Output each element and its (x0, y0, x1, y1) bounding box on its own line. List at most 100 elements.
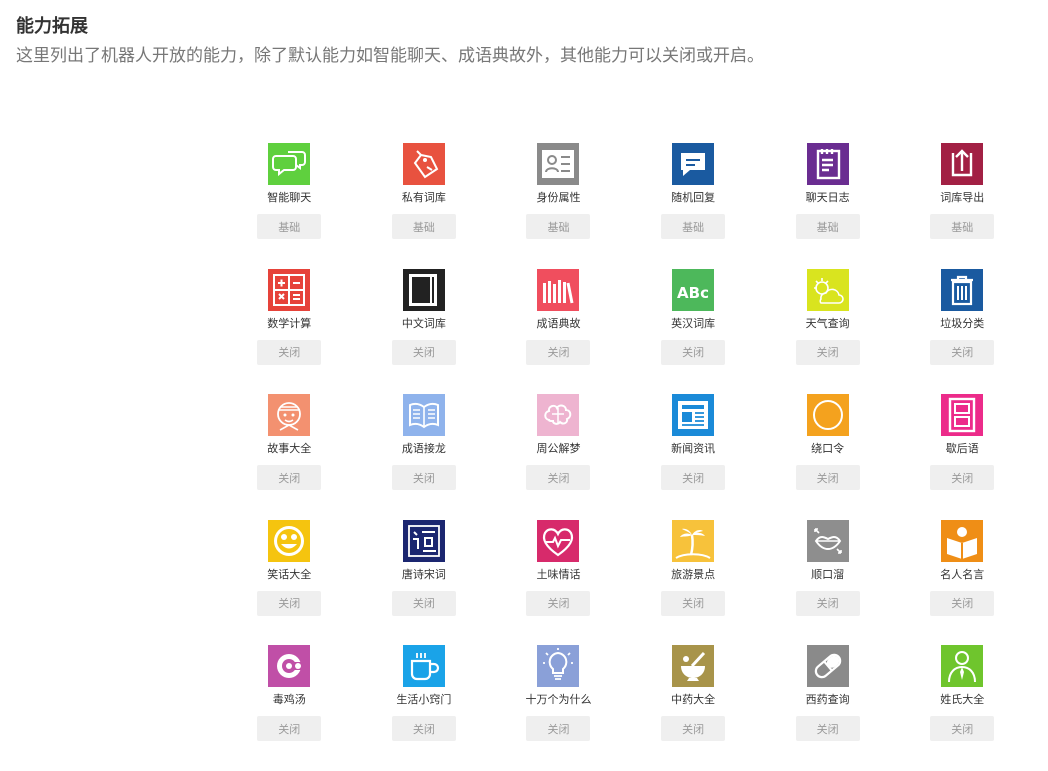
page-title: 能力拓展 (16, 16, 88, 37)
ability-item: 土味情话 关闭 (491, 519, 626, 646)
ability-item: 绕口令 关闭 (760, 394, 895, 520)
ability-status-button[interactable]: 关闭 (661, 465, 726, 490)
books-icon (537, 268, 580, 311)
svg-text:ABc: ABc (677, 284, 709, 302)
ability-status-button[interactable]: 关闭 (391, 716, 456, 741)
ability-status-button[interactable]: 关闭 (795, 590, 860, 616)
open-book-icon (402, 394, 445, 436)
ability-status-button[interactable]: 关闭 (930, 339, 995, 365)
ability-item: 名人名言 关闭 (895, 519, 1030, 646)
abc-icon: ABc (672, 268, 715, 311)
ability-label: 成语典故 (536, 316, 581, 330)
id-card-icon (537, 143, 580, 185)
ability-status-button[interactable]: 关闭 (391, 590, 456, 616)
ability-status-button[interactable]: 关闭 (391, 465, 456, 490)
ability-status-button[interactable]: 关闭 (795, 716, 860, 741)
ability-status-button[interactable]: 关闭 (526, 590, 591, 616)
ability-item: 中药大全 关闭 (626, 645, 761, 771)
ability-label: 聊天日志 (805, 191, 850, 204)
circle-icon (806, 394, 849, 436)
ability-status-button[interactable]: 关闭 (795, 465, 860, 490)
ability-item: 新闻资讯 关闭 (626, 394, 761, 520)
ability-item: 成语典故 关闭 (491, 268, 626, 395)
ability-label: 词库导出 (940, 191, 985, 204)
ability-status-button[interactable]: 关闭 (257, 590, 322, 616)
ability-status-button[interactable]: 关闭 (526, 339, 591, 365)
ability-status-button[interactable]: 关闭 (661, 590, 726, 616)
ability-status-button[interactable]: 基础 (661, 214, 726, 239)
person-icon (941, 645, 984, 687)
ability-status-button[interactable]: 关闭 (930, 716, 995, 741)
ability-label: 身份属性 (536, 191, 581, 204)
ability-status-button[interactable]: 关闭 (391, 339, 456, 365)
ability-label: 天气查询 (805, 316, 850, 330)
ability-label: 故事大全 (267, 442, 312, 455)
ability-item: 成语接龙 关闭 (357, 394, 492, 520)
ability-label: 十万个为什么 (525, 693, 592, 706)
lightbulb-icon (537, 645, 580, 687)
ability-label: 英汉词库 (671, 316, 716, 330)
palm-tree-icon (672, 519, 715, 562)
brain-icon (537, 394, 580, 436)
ability-status-button[interactable]: 关闭 (257, 716, 322, 741)
ability-label: 随机回复 (671, 191, 716, 204)
tag-icon (402, 143, 445, 185)
mortar-icon (672, 645, 715, 687)
lips-icon (806, 519, 849, 562)
ability-status-button[interactable]: 关闭 (930, 465, 995, 490)
ability-item: 数学计算 关闭 (222, 268, 357, 395)
ability-status-button[interactable]: 关闭 (257, 339, 322, 365)
ability-item: 笑话大全 关闭 (222, 519, 357, 646)
ability-label: 唐诗宋词 (401, 567, 446, 581)
ability-label: 周公解梦 (536, 442, 581, 455)
ability-label: 顺口溜 (811, 567, 845, 581)
ability-label: 土味情话 (536, 567, 581, 581)
calculator-icon (268, 268, 311, 311)
ability-item: 旅游景点 关闭 (626, 519, 761, 646)
ability-label: 生活小窍门 (396, 693, 452, 706)
notepad-icon (806, 143, 849, 185)
ability-item: 随机回复 基础 (626, 143, 761, 269)
ability-item: 聊天日志 基础 (760, 143, 895, 269)
ability-status-button[interactable]: 基础 (257, 214, 322, 239)
ability-item: 十万个为什么 关闭 (491, 645, 626, 771)
ability-label: 数学计算 (267, 316, 312, 330)
smiley-icon (268, 519, 311, 562)
ability-status-button[interactable]: 关闭 (795, 339, 860, 365)
ability-status-button[interactable]: 关闭 (930, 590, 995, 616)
ability-item: 智能聊天 基础 (222, 143, 357, 269)
weather-icon (806, 268, 849, 311)
ability-item: 天气查询 关闭 (760, 268, 895, 395)
ability-status-button[interactable]: 基础 (526, 214, 591, 239)
ability-label: 中药大全 (671, 693, 716, 706)
ability-item: 生活小窍门 关闭 (357, 645, 492, 771)
ability-label: 中文词库 (401, 316, 446, 330)
ability-label: 垃圾分类 (940, 316, 985, 330)
ability-status-button[interactable]: 基础 (391, 214, 456, 239)
ability-item: 身份属性 基础 (491, 143, 626, 269)
ability-status-button[interactable]: 关闭 (526, 465, 591, 490)
export-arrow-icon (941, 143, 984, 185)
poem-icon (402, 519, 445, 562)
ability-label: 绕口令 (811, 442, 845, 455)
ability-label: 私有词库 (401, 191, 446, 204)
ability-status-button[interactable]: 关闭 (661, 339, 726, 365)
heart-pulse-icon (537, 519, 580, 562)
ability-item: 词库导出 基础 (895, 143, 1030, 269)
ability-status-button[interactable]: 关闭 (257, 465, 322, 490)
ability-label: 新闻资讯 (671, 442, 716, 455)
ability-item: 私有词库 基础 (357, 143, 492, 269)
ability-item: 顺口溜 关闭 (760, 519, 895, 646)
ability-status-button[interactable]: 基础 (795, 214, 860, 239)
ability-item: 唐诗宋词 关闭 (357, 519, 492, 646)
pill-icon (806, 645, 849, 687)
ability-status-button[interactable]: 关闭 (526, 716, 591, 741)
page-description: 这里列出了机器人开放的能力，除了默认能力如智能聊天、成语典故外，其他能力可以关闭… (16, 46, 764, 66)
face-icon (268, 394, 311, 436)
ability-item: ABc 英汉词库关闭 (626, 268, 761, 395)
ability-status-button[interactable]: 关闭 (661, 716, 726, 741)
chat-bubbles-icon (268, 143, 311, 185)
ability-item: 姓氏大全 关闭 (895, 645, 1030, 771)
ability-status-button[interactable]: 基础 (930, 214, 995, 239)
ability-label: 名人名言 (940, 567, 985, 581)
